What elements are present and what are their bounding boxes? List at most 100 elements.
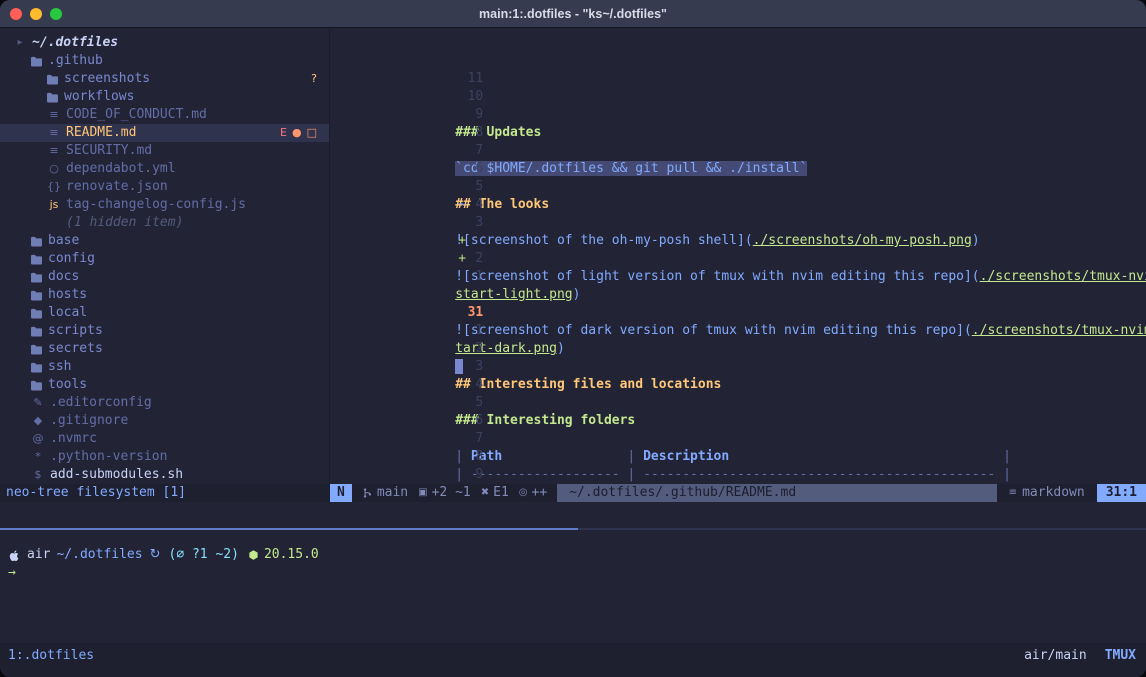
branch-name: main <box>377 484 408 502</box>
prompt-cwd: ~/.dotfiles <box>56 546 142 564</box>
zoom-button[interactable] <box>50 8 62 20</box>
minimize-button[interactable] <box>30 8 42 20</box>
syntax-segment: ![screenshot of dark version of tmux wit… <box>455 323 972 338</box>
tree-item-label: .editorconfig <box>50 394 152 412</box>
tree-item-renovate[interactable]: {} renovate.json <box>0 178 329 196</box>
tree-item-label: base <box>48 232 79 250</box>
tree-item-tag-changelog[interactable]: js tag-changelog-config.js <box>0 196 329 214</box>
tree-item-config[interactable]: config <box>0 250 329 268</box>
editor-pane[interactable]: 11 ### Updates 10 <box>330 28 1146 484</box>
syntax-segment: | <box>620 449 643 464</box>
modified-flags-text: ++ <box>532 484 548 502</box>
markdown-icon: ≡ <box>46 106 62 124</box>
git-modified-badge: ● <box>292 124 302 142</box>
file-path: ~/.dotfiles/.github/README.md <box>557 484 997 502</box>
tree-item-hosts[interactable]: hosts <box>0 286 329 304</box>
pane-divider[interactable] <box>0 520 1146 538</box>
folder-icon <box>30 344 43 355</box>
syntax-segment: | <box>995 467 1011 482</box>
titlebar: main:1:.dotfiles - "ks~/.dotfiles" <box>0 0 1146 28</box>
tree-item-label: hosts <box>48 286 87 304</box>
tree-item-screenshots[interactable]: screenshots ? <box>0 70 329 88</box>
git-unstaged-badge: □ <box>307 124 317 142</box>
tree-item-label: tag-changelog-config.js <box>66 196 246 214</box>
close-button[interactable] <box>10 8 22 20</box>
cmdline <box>0 502 1146 520</box>
shell-input-line[interactable]: → <box>0 564 1146 582</box>
editor-buffer: 11 ### Updates 10 <box>330 28 1146 484</box>
terminal-content: ▸ ~/.dotfiles .github <box>0 28 1146 677</box>
tree-item-workflows[interactable]: workflows <box>0 88 329 106</box>
tree-item-scripts[interactable]: scripts <box>0 322 329 340</box>
folder-icon <box>30 362 43 373</box>
tree-item-gitignore[interactable]: ◆ .gitignore <box>0 412 329 430</box>
git-sign: + <box>455 232 468 250</box>
tree-item-label: renovate.json <box>66 178 168 196</box>
pane-divider-active <box>0 528 578 530</box>
js-icon: js <box>46 196 62 214</box>
tree-item-github[interactable]: .github <box>0 52 329 70</box>
node-version: 20.15.0 <box>264 546 319 564</box>
tree-item-label: tools <box>48 376 87 394</box>
tree-item-dependabot[interactable]: ○ dependabot.yml <box>0 160 329 178</box>
tree-root[interactable]: ▸ ~/.dotfiles <box>0 34 329 52</box>
tree-item-docs[interactable]: docs <box>0 268 329 286</box>
json-icon: {} <box>46 178 62 196</box>
lualine-statusline: N main ▣ +2 ~1 ✖ E1 ◎ ++ <box>330 484 1146 502</box>
git-icon: ◆ <box>30 412 46 430</box>
tree-item-nvmrc[interactable]: @ .nvmrc <box>0 430 329 448</box>
tree-item-label: .nvmrc <box>50 430 97 448</box>
diagnostics-count: E1 <box>493 484 509 502</box>
cursor-position: 31:1 <box>1097 484 1146 502</box>
syntax-segment: | <box>995 449 1011 464</box>
tree-item-python-version[interactable]: * .python-version <box>0 448 329 466</box>
diff-counts: +2 ~1 <box>432 484 471 502</box>
tree-item-code-of-conduct[interactable]: ≡ CODE_OF_CONDUCT.md <box>0 106 329 124</box>
tree-item-editorconfig[interactable]: ✎ .editorconfig <box>0 394 329 412</box>
tree-item-label: docs <box>48 268 79 286</box>
folder-icon <box>30 308 43 319</box>
window-title: main:1:.dotfiles - "ks~/.dotfiles" <box>479 7 667 21</box>
tree-item-local[interactable]: local <box>0 304 329 322</box>
git-untracked-badge: ? <box>311 70 317 88</box>
syntax-segment: ) <box>557 341 565 356</box>
dependabot-icon: ○ <box>46 160 62 178</box>
nvim-pane: ▸ ~/.dotfiles .github <box>0 28 1146 502</box>
tree-item-label: screenshots <box>64 70 150 88</box>
neo-tree-sidebar: ▸ ~/.dotfiles .github <box>0 28 330 484</box>
folder-icon <box>46 92 59 103</box>
tree-item-badges: E ● □ <box>280 124 317 142</box>
syntax-segment: Description <box>643 449 729 464</box>
git-status-segment: (⌀ ?1 ~2) <box>168 546 238 564</box>
tree-item-label: local <box>48 304 87 322</box>
hidden-items-note[interactable]: (1 hidden item) <box>0 214 329 232</box>
shell-prompt: air ~/.dotfiles ↻ (⌀ ?1 ~2) 20.15.0 <box>0 546 1146 564</box>
shell-pane[interactable]: air ~/.dotfiles ↻ (⌀ ?1 ~2) 20.15.0 → <box>0 538 1146 643</box>
prompt-arrow: → <box>8 564 16 582</box>
tmux-statusbar-right: air/main TMUX <box>1024 647 1136 665</box>
tree-item-tools[interactable]: tools <box>0 376 329 394</box>
syntax-segment: `cd $HOME/.dotfiles && git pull && ./ins… <box>455 161 807 176</box>
tree-item-add-submodules[interactable]: $ add-submodules.sh <box>0 466 329 484</box>
node-icon: @ <box>30 430 46 448</box>
tree-item-ssh[interactable]: ssh <box>0 358 329 376</box>
folder-icon <box>30 56 43 67</box>
tmux-badge: TMUX <box>1105 647 1136 665</box>
tree-item-base[interactable]: base <box>0 232 329 250</box>
tree-item-badges: ? <box>311 70 317 88</box>
neo-tree-statusline: neo-tree filesystem [1] <box>0 484 330 502</box>
diagnostic-error-badge: E <box>280 124 287 142</box>
prompt-host: air <box>27 546 50 564</box>
tmux-window-1[interactable]: 1:.dotfiles <box>8 647 94 665</box>
tree-item-readme[interactable]: ≡ README.md E●□ <box>0 124 329 142</box>
diagnostics: ✖ E1 <box>481 484 509 502</box>
git-sign: + <box>455 250 468 268</box>
editorconfig-icon: ✎ <box>30 394 46 412</box>
filetype-indicator: ≡ markdown <box>1009 484 1085 502</box>
diff-icon: ▣ <box>418 484 427 502</box>
tree-item-security[interactable]: ≡ SECURITY.md <box>0 142 329 160</box>
node-icon <box>248 549 259 561</box>
folder-icon <box>30 290 43 301</box>
tmux-statusbar: 1:.dotfiles air/main TMUX <box>0 643 1146 677</box>
tree-item-secrets[interactable]: secrets <box>0 340 329 358</box>
